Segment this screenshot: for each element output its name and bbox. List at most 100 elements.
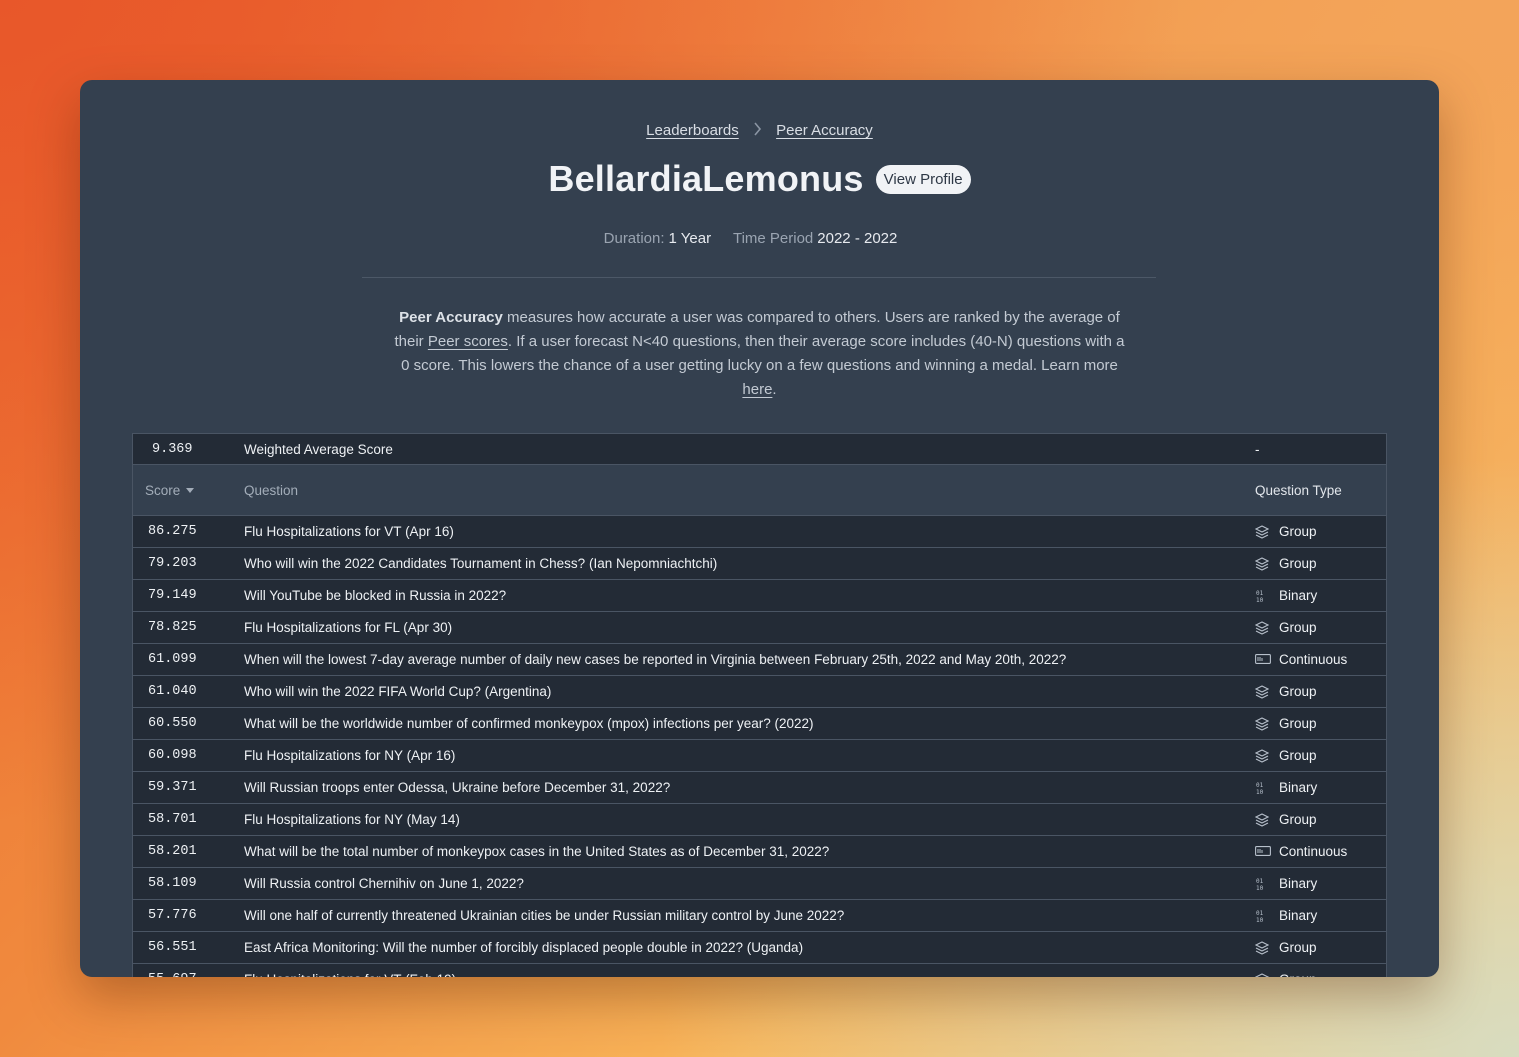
row-question-type: Group	[1245, 963, 1387, 977]
row-question-link[interactable]: Will Russia control Chernihiv on June 1,…	[229, 867, 1245, 900]
row-question-link[interactable]: Will YouTube be blocked in Russia in 202…	[229, 579, 1245, 612]
breadcrumb-peer-accuracy-link[interactable]: Peer Accuracy	[776, 122, 873, 139]
duration-value: 1 Year	[668, 230, 712, 247]
description-text-2: . If a user forecast N<40 questions, the…	[401, 333, 1125, 374]
row-question-type-label: Group	[1279, 715, 1317, 731]
row-question-type: Group	[1245, 803, 1387, 836]
table-header: Score Question Question Type	[132, 464, 1387, 516]
row-score: 61.040	[132, 675, 229, 708]
table-row[interactable]: 61.040 Who will win the 2022 FIFA World C…	[132, 675, 1387, 708]
row-score: 55.697	[132, 963, 229, 977]
row-question-link[interactable]: Flu Hospitalizations for FL (Apr 30)	[229, 611, 1245, 644]
group-icon	[1255, 813, 1269, 827]
row-question-link[interactable]: Will Russian troops enter Odessa, Ukrain…	[229, 771, 1245, 804]
continuous-icon	[1255, 845, 1271, 859]
table-row[interactable]: 86.275 Flu Hospitalizations for VT (Apr 1…	[132, 515, 1387, 548]
table-row[interactable]: 56.551 East Africa Monitoring: Will the n…	[132, 931, 1387, 964]
row-question-link[interactable]: Flu Hospitalizations for VT (Apr 16)	[229, 515, 1245, 548]
leaderboard-meta: Duration: 1 Year Time Period 2022 - 2022	[80, 230, 1439, 247]
row-score: 56.551	[132, 931, 229, 964]
learn-more-link[interactable]: here	[742, 381, 772, 398]
duration-label: Duration:	[603, 230, 665, 247]
row-question-type: Continuous	[1245, 643, 1387, 676]
question-type-column-header: Question Type	[1245, 464, 1387, 516]
row-question-type-label: Group	[1279, 811, 1317, 827]
table-row[interactable]: 78.825 Flu Hospitalizations for FL (Apr 3…	[132, 611, 1387, 644]
row-question-link[interactable]: Who will win the 2022 Candidates Tournam…	[229, 547, 1245, 580]
row-question-type-label: Group	[1279, 523, 1317, 539]
row-question-type: 01 10 Binary	[1245, 771, 1387, 804]
row-question-type: Group	[1245, 707, 1387, 740]
table-row[interactable]: 58.109 Will Russia control Chernihiv on J…	[132, 867, 1387, 900]
group-icon	[1255, 621, 1269, 635]
row-question-link[interactable]: Who will win the 2022 FIFA World Cup? (A…	[229, 675, 1245, 708]
group-icon	[1255, 685, 1269, 699]
binary-icon: 01 10	[1255, 877, 1269, 891]
svg-text:01: 01	[1256, 878, 1264, 885]
table-row[interactable]: 60.098 Flu Hospitalizations for NY (Apr 1…	[132, 739, 1387, 772]
time-period-label: Time Period	[732, 230, 814, 247]
svg-text:01: 01	[1256, 910, 1264, 917]
description: Peer Accuracy measures how accurate a us…	[392, 306, 1127, 402]
scores-table: 9.369 Weighted Average Score - Score Que…	[132, 433, 1387, 977]
table-row[interactable]: 79.149 Will YouTube be blocked in Russia …	[132, 579, 1387, 612]
weighted-average-type: -	[1245, 433, 1387, 465]
row-question-type-label: Group	[1279, 619, 1317, 635]
svg-text:01: 01	[1256, 782, 1264, 789]
row-question-type: Group	[1245, 739, 1387, 772]
table-row[interactable]: 79.203 Who will win the 2022 Candidates T…	[132, 547, 1387, 580]
row-question-link[interactable]: Flu Hospitalizations for NY (May 14)	[229, 803, 1245, 836]
row-score: 60.550	[132, 707, 229, 740]
breadcrumb: Leaderboards Peer Accuracy	[80, 122, 1439, 140]
table-row[interactable]: 55.697Flu Hospitalizations for VT (Feb 1…	[132, 963, 1387, 977]
table-row[interactable]: 60.550 What will be the worldwide number …	[132, 707, 1387, 740]
row-question-link[interactable]: Flu Hospitalizations for VT (Feb 19)	[229, 963, 1245, 977]
row-score: 86.275	[132, 515, 229, 548]
row-score: 58.201	[132, 835, 229, 868]
row-question-link[interactable]: When will the lowest 7-day average numbe…	[229, 643, 1245, 676]
title-row: BellardiaLemonus View Profile	[80, 158, 1439, 200]
view-profile-button[interactable]: View Profile	[875, 164, 971, 194]
weighted-average-row: 9.369 Weighted Average Score -	[132, 433, 1387, 465]
row-question-type: 01 10 Binary	[1245, 579, 1387, 612]
svg-text:01: 01	[1256, 590, 1264, 597]
row-score: 61.099	[132, 643, 229, 676]
row-score: 79.149	[132, 579, 229, 612]
svg-text:10: 10	[1256, 917, 1264, 923]
weighted-average-score: 9.369	[132, 433, 229, 465]
row-score: 57.776	[132, 899, 229, 932]
row-question-link[interactable]: What will be the total number of monkeyp…	[229, 835, 1245, 868]
question-column-header: Question	[229, 464, 1245, 516]
time-period-value: 2022 - 2022	[817, 230, 898, 247]
binary-icon: 01 10	[1255, 781, 1269, 795]
peer-scores-link[interactable]: Peer scores	[428, 333, 508, 350]
row-score: 60.098	[132, 739, 229, 772]
row-question-link[interactable]: Will one half of currently threatened Uk…	[229, 899, 1245, 932]
row-question-link[interactable]: What will be the worldwide number of con…	[229, 707, 1245, 740]
table-row[interactable]: 58.201 What will be the total number of m…	[132, 835, 1387, 868]
score-header-label: Score	[145, 482, 181, 498]
row-score: 58.701	[132, 803, 229, 836]
weighted-average-label: Weighted Average Score	[229, 433, 1245, 465]
group-icon	[1255, 749, 1269, 763]
row-question-type: Group	[1245, 547, 1387, 580]
row-question-type: Group	[1245, 931, 1387, 964]
row-question-type: Continuous	[1245, 835, 1387, 868]
row-question-type-label: Binary	[1279, 875, 1318, 891]
row-question-type-label: Binary	[1279, 907, 1318, 923]
row-question-link[interactable]: East Africa Monitoring: Will the number …	[229, 931, 1245, 964]
table-row[interactable]: 59.371 Will Russian troops enter Odessa, …	[132, 771, 1387, 804]
table-row[interactable]: 57.776 Will one half of currently threate…	[132, 899, 1387, 932]
breadcrumb-leaderboards-link[interactable]: Leaderboards	[646, 122, 739, 139]
score-column-header[interactable]: Score	[132, 464, 229, 516]
section-divider	[362, 277, 1156, 278]
row-question-type-label: Group	[1279, 555, 1317, 571]
table-row[interactable]: 61.099 When will the lowest 7-day average…	[132, 643, 1387, 676]
row-question-type: Group	[1245, 611, 1387, 644]
row-score: 59.371	[132, 771, 229, 804]
row-question-type: Group	[1245, 675, 1387, 708]
group-icon	[1255, 973, 1269, 977]
svg-text:10: 10	[1256, 597, 1264, 603]
table-row[interactable]: 58.701 Flu Hospitalizations for NY (May 1…	[132, 803, 1387, 836]
row-question-link[interactable]: Flu Hospitalizations for NY (Apr 16)	[229, 739, 1245, 772]
